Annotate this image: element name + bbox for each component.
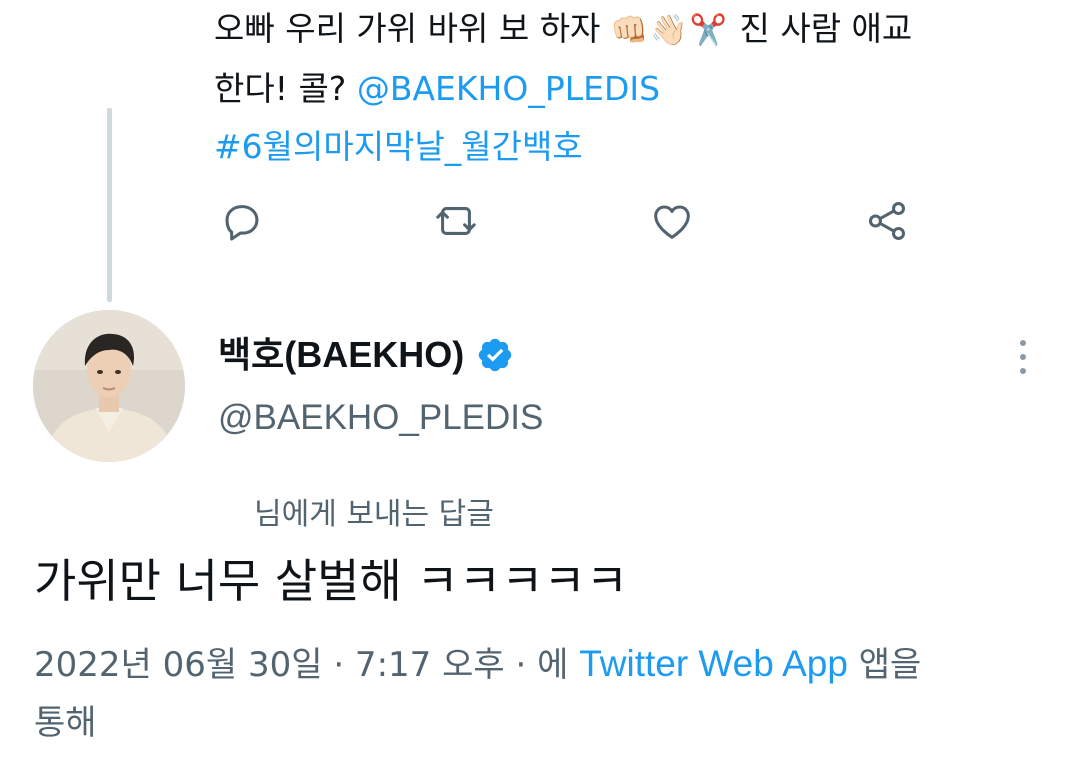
- parent-tweet-line-2: 한다! 콜? @BAEKHO_PLEDIS: [214, 69, 661, 108]
- reply-tweet-text: 가위만 너무 살벌해 ㅋㅋㅋㅋㅋ: [34, 554, 629, 608]
- metadata-line-2: 통해: [34, 703, 97, 743]
- tweet-metadata: 2022년 06월 30일 · 7:17 오후 · 에 Twitter Web …: [34, 635, 1044, 752]
- parent-tweet-text: 오빠 우리 가위 바위 보 하자 👊🏻👋🏻✂️ 진 사람 애교 한다! 콜? @…: [214, 0, 1034, 176]
- avatar[interactable]: [33, 310, 185, 462]
- parent-tweet-line-1: 오빠 우리 가위 바위 보 하자 👊🏻👋🏻✂️ 진 사람 애교: [214, 9, 913, 48]
- metadata-line-1: 2022년 06월 30일 · 7:17 오후 · 에 Twitter Web …: [34, 635, 1044, 694]
- profile-photo: [33, 310, 185, 462]
- verified-badge-icon: [479, 338, 512, 372]
- retweet-button[interactable]: [431, 196, 481, 246]
- source-app-link[interactable]: Twitter Web App: [579, 643, 848, 684]
- mention-link[interactable]: @BAEKHO_PLEDIS: [357, 69, 660, 108]
- retweet-icon: [436, 207, 476, 235]
- share-button[interactable]: [862, 196, 912, 246]
- via-prefix: 에: [537, 645, 569, 685]
- reply-icon: [225, 205, 259, 241]
- via-suffix: 앱을: [858, 645, 922, 685]
- tweet-action-bar: [0, 196, 1080, 246]
- heart-icon: [654, 205, 690, 239]
- share-icon: [868, 202, 906, 240]
- timestamp[interactable]: 2022년 06월 30일 · 7:17 오후 ·: [34, 645, 526, 685]
- hashtag-link[interactable]: #6월의마지막날_월간백호: [214, 127, 583, 166]
- like-button[interactable]: [647, 196, 697, 246]
- user-handle[interactable]: @BAEKHO_PLEDIS: [218, 393, 543, 443]
- parent-tweet-line-3: #6월의마지막날_월간백호: [214, 118, 1034, 176]
- display-name[interactable]: 백호(BAEKHO): [218, 330, 514, 380]
- more-vertical-icon: [1020, 340, 1026, 374]
- reply-to-label: 님에게 보내는 답글: [254, 497, 494, 532]
- more-options-button[interactable]: [1008, 334, 1038, 380]
- reply-button[interactable]: [217, 196, 267, 246]
- emoji-sequence: 👊🏻👋🏻✂️: [610, 13, 729, 48]
